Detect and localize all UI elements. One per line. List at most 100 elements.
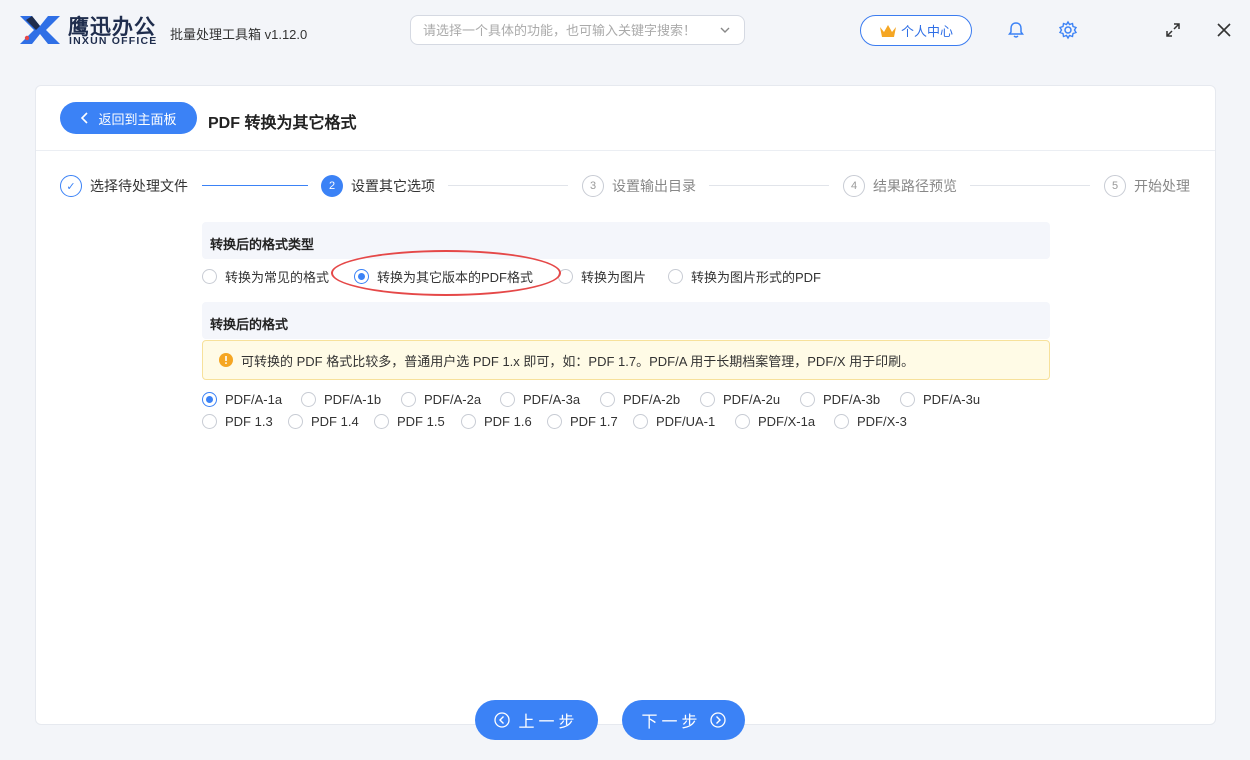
radio-dot[interactable] xyxy=(500,392,515,407)
radio-dot[interactable] xyxy=(547,414,562,429)
radio-label: PDF/A-1a xyxy=(225,392,283,407)
crown-icon xyxy=(879,24,896,37)
step-5-number: 5 xyxy=(1104,175,1126,197)
step-5-label: 开始处理 xyxy=(1134,178,1190,194)
radio-pdf-1-6[interactable]: PDF 1.6 xyxy=(461,414,532,429)
radio-label: PDF/A-1b xyxy=(324,392,382,407)
radio-label: 转换为图片 xyxy=(581,270,647,285)
radio-label: PDF/X-3 xyxy=(857,414,907,429)
user-center-label: 个人中心 xyxy=(900,24,953,39)
app-title: 批量处理工具箱 v1.12.0 xyxy=(170,27,308,42)
check-icon: ✓ xyxy=(60,175,82,197)
step-2-label: 设置其它选项 xyxy=(351,178,435,194)
format-type-heading: 转换后的格式类型 xyxy=(202,222,1050,259)
notice-text: 可转换的 PDF 格式比较多，普通用户选 PDF 1.x 即可，如：PDF 1.… xyxy=(241,353,915,369)
step-connector xyxy=(970,185,1090,186)
radio-label: PDF/A-2u xyxy=(723,392,781,407)
step-1: ✓ 选择待处理文件 xyxy=(60,175,188,197)
radio-pdf-1-4[interactable]: PDF 1.4 xyxy=(288,414,359,429)
step-5: 5 开始处理 xyxy=(1104,175,1190,197)
annotation-highlight-ellipse xyxy=(331,250,561,296)
radio-dot[interactable] xyxy=(401,392,416,407)
radio-dot[interactable] xyxy=(374,414,389,429)
back-to-main-button[interactable]: 返回到主面板 xyxy=(60,102,197,134)
radio-dot[interactable] xyxy=(900,392,915,407)
radio-dot[interactable] xyxy=(600,392,615,407)
gear-icon[interactable] xyxy=(1058,20,1078,40)
radio-dot-selected[interactable] xyxy=(202,392,217,407)
radio-dot[interactable] xyxy=(700,392,715,407)
step-1-label: 选择待处理文件 xyxy=(90,178,188,194)
radio-dot[interactable] xyxy=(301,392,316,407)
step-connector xyxy=(448,185,568,186)
radio-label: PDF/A-3a xyxy=(523,392,581,407)
radio-pdfa-3b[interactable]: PDF/A-3b xyxy=(800,392,880,407)
radio-dot[interactable] xyxy=(800,392,815,407)
step-3: 3 设置输出目录 xyxy=(582,175,696,197)
search-input[interactable] xyxy=(423,22,718,38)
radio-pdf-1-7[interactable]: PDF 1.7 xyxy=(547,414,618,429)
main-panel: 返回到主面板 PDF 转换为其它格式 ✓ 选择待处理文件 2 设置其它选项 3 … xyxy=(35,85,1216,725)
radio-common-format[interactable]: 转换为常见的格式 xyxy=(202,267,329,286)
radio-pdfx-3[interactable]: PDF/X-3 xyxy=(834,414,907,429)
step-4: 4 结果路径预览 xyxy=(843,175,957,197)
radio-pdfx-1a[interactable]: PDF/X-1a xyxy=(735,414,815,429)
radio-dot[interactable] xyxy=(461,414,476,429)
radio-pdfa-2b[interactable]: PDF/A-2b xyxy=(600,392,680,407)
radio-pdf-ua-1[interactable]: PDF/UA-1 xyxy=(633,414,715,429)
title-bar: 鹰迅办公 INXUN OFFICE 批量处理工具箱 v1.12.0 个人中心 xyxy=(0,0,1250,60)
format-heading: 转换后的格式 xyxy=(202,302,1050,339)
header-divider xyxy=(36,150,1215,151)
user-center-button[interactable]: 个人中心 xyxy=(860,15,972,46)
step-2-number: 2 xyxy=(321,175,343,197)
radio-dot[interactable] xyxy=(668,269,683,284)
step-4-number: 4 xyxy=(843,175,865,197)
next-step-label: 下一步 xyxy=(641,714,702,731)
radio-label: PDF 1.7 xyxy=(570,414,618,429)
radio-pdfa-1b[interactable]: PDF/A-1b xyxy=(301,392,381,407)
previous-step-button[interactable]: 上一步 xyxy=(475,700,598,740)
radio-pdf-1-5[interactable]: PDF 1.5 xyxy=(374,414,445,429)
radio-label: PDF/A-2b xyxy=(623,392,681,407)
radio-label: PDF/A-3b xyxy=(823,392,881,407)
radio-image[interactable]: 转换为图片 xyxy=(558,267,646,286)
brand-subtitle: INXUN OFFICE xyxy=(69,35,158,47)
radio-dot[interactable] xyxy=(202,414,217,429)
radio-pdfa-1a[interactable]: PDF/A-1a xyxy=(202,392,282,407)
page-title: PDF 转换为其它格式 xyxy=(208,115,357,132)
radio-pdfa-3u[interactable]: PDF/A-3u xyxy=(900,392,980,407)
bell-icon[interactable] xyxy=(1006,20,1026,40)
function-search[interactable] xyxy=(410,15,745,45)
radio-dot[interactable] xyxy=(288,414,303,429)
step-3-number: 3 xyxy=(582,175,604,197)
radio-label: 转换为图片形式的PDF xyxy=(691,270,822,285)
circle-chevron-right-icon xyxy=(709,712,726,728)
radio-dot[interactable] xyxy=(202,269,217,284)
radio-pdfa-3a[interactable]: PDF/A-3a xyxy=(500,392,580,407)
radio-pdfa-2a[interactable]: PDF/A-2a xyxy=(401,392,481,407)
step-4-label: 结果路径预览 xyxy=(873,178,957,194)
format-notice: 可转换的 PDF 格式比较多，普通用户选 PDF 1.x 即可，如：PDF 1.… xyxy=(202,340,1050,380)
step-connector xyxy=(202,185,308,186)
radio-pdfa-2u[interactable]: PDF/A-2u xyxy=(700,392,780,407)
step-3-label: 设置输出目录 xyxy=(612,178,696,194)
step-2: 2 设置其它选项 xyxy=(321,175,435,197)
close-icon[interactable] xyxy=(1214,20,1234,40)
warning-icon xyxy=(219,353,233,367)
radio-label: PDF 1.4 xyxy=(311,414,359,429)
radio-dot[interactable] xyxy=(633,414,648,429)
chevron-left-icon xyxy=(81,112,89,124)
radio-dot[interactable] xyxy=(735,414,750,429)
radio-pdf-1-3[interactable]: PDF 1.3 xyxy=(202,414,273,429)
radio-image-pdf[interactable]: 转换为图片形式的PDF xyxy=(668,267,821,286)
next-step-button[interactable]: 下一步 xyxy=(622,700,745,740)
radio-dot[interactable] xyxy=(834,414,849,429)
maximize-icon[interactable] xyxy=(1163,20,1183,40)
inxun-logo-icon xyxy=(20,16,60,44)
radio-label: PDF/X-1a xyxy=(758,414,816,429)
chevron-down-icon[interactable] xyxy=(718,23,732,37)
radio-label: PDF/UA-1 xyxy=(656,414,716,429)
previous-step-label: 上一步 xyxy=(518,714,579,731)
circle-chevron-left-icon xyxy=(494,712,511,728)
radio-label: PDF/A-2a xyxy=(424,392,482,407)
